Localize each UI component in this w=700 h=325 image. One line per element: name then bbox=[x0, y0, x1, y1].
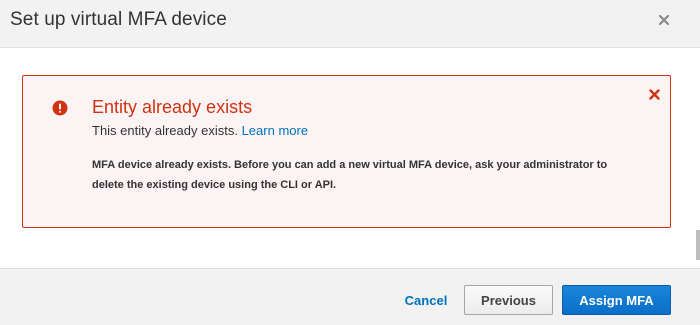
error-alert: Entity already exists This entity alread… bbox=[22, 75, 671, 228]
alert-subtitle-text: This entity already exists. bbox=[92, 123, 238, 138]
dialog-footer: Cancel Previous Assign MFA bbox=[0, 268, 700, 325]
previous-button[interactable]: Previous bbox=[464, 285, 553, 315]
alert-subtitle: This entity already exists. Learn more bbox=[92, 123, 308, 138]
mfa-setup-dialog: Set up virtual MFA device Entity already bbox=[0, 0, 700, 325]
learn-more-link[interactable]: Learn more bbox=[242, 123, 308, 138]
dialog-body: Entity already exists This entity alread… bbox=[0, 48, 700, 268]
scrollbar[interactable] bbox=[696, 230, 700, 260]
dismiss-icon[interactable] bbox=[649, 87, 660, 100]
error-icon bbox=[52, 100, 68, 116]
alert-detail: MFA device already exists. Before you ca… bbox=[92, 159, 608, 191]
assign-mfa-button[interactable]: Assign MFA bbox=[562, 285, 671, 315]
cancel-button[interactable]: Cancel bbox=[398, 285, 454, 315]
close-icon[interactable] bbox=[656, 12, 672, 28]
dialog-header: Set up virtual MFA device bbox=[0, 0, 700, 48]
alert-title: Entity already exists bbox=[92, 97, 253, 117]
dialog-title: Set up virtual MFA device bbox=[10, 9, 227, 30]
